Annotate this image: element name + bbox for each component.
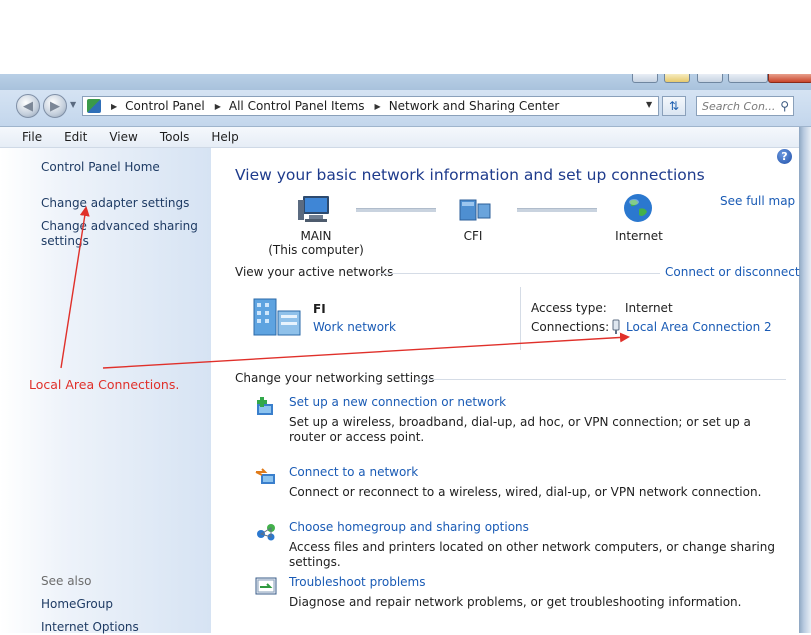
annotation-arrows [60,206,630,369]
annotation-arrow-right [102,332,630,369]
annotation-arrow-up [60,206,90,369]
